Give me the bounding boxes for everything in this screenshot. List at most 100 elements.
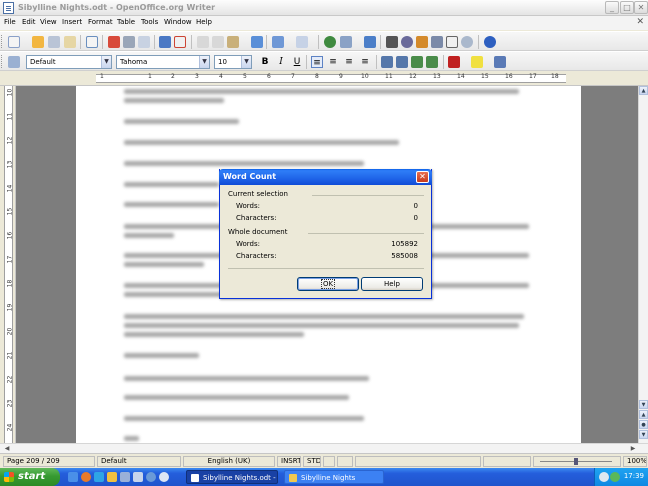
ok-button[interactable]: OK (297, 277, 359, 291)
clone-formatting-icon[interactable] (251, 36, 263, 48)
vertical-scrollbar[interactable]: ▲ ▼ ▲ ● ▼ (638, 86, 648, 443)
page-style[interactable]: Default (97, 456, 181, 467)
font-size-combo[interactable]: 10 ▼ (214, 55, 252, 69)
help-button[interactable]: Help (361, 277, 423, 291)
align-left-icon[interactable]: ≡ (311, 56, 323, 68)
paste-icon[interactable] (227, 36, 239, 48)
horizontal-scrollbar[interactable]: ◀ ▶ (0, 443, 648, 453)
selection-mode[interactable]: STD (303, 456, 321, 467)
app-icon[interactable] (159, 472, 169, 482)
menu-file[interactable]: File (4, 18, 16, 26)
app-icon[interactable] (133, 472, 143, 482)
zoom-slider[interactable] (533, 456, 621, 467)
hyperlink-icon[interactable] (324, 36, 336, 48)
menu-help[interactable]: Help (196, 18, 212, 26)
menu-edit[interactable]: Edit (22, 18, 36, 26)
decrease-indent-icon[interactable] (411, 56, 423, 68)
app-icon[interactable] (146, 472, 156, 482)
zoom-slider-handle[interactable] (574, 458, 578, 465)
navigation-icon[interactable]: ● (639, 420, 648, 429)
close-document-icon[interactable]: ✕ (636, 17, 644, 27)
scroll-right-icon[interactable]: ▶ (628, 444, 638, 453)
save-icon[interactable] (48, 36, 60, 48)
maximize-button[interactable]: □ (620, 1, 634, 14)
minimize-button[interactable]: _ (605, 1, 619, 14)
gallery-icon[interactable] (416, 36, 428, 48)
show-draw-functions-icon[interactable] (364, 36, 376, 48)
view-layout-icons[interactable] (483, 456, 531, 467)
toolbar-grip[interactable] (1, 35, 4, 48)
bold-button[interactable]: B (259, 56, 271, 68)
increase-indent-icon[interactable] (426, 56, 438, 68)
dialog-title-bar[interactable]: Word Count ✕ (219, 169, 432, 185)
help-icon[interactable] (484, 36, 496, 48)
firefox-icon[interactable] (81, 472, 91, 482)
menu-view[interactable]: View (40, 18, 57, 26)
edit-file-icon[interactable] (86, 36, 98, 48)
table-icon[interactable] (340, 36, 352, 48)
scroll-left-icon[interactable]: ◀ (2, 444, 12, 453)
bullets-icon[interactable] (396, 56, 408, 68)
previous-page-icon[interactable]: ▲ (639, 410, 648, 419)
scroll-down-icon[interactable]: ▼ (639, 400, 648, 409)
menu-table[interactable]: Table (117, 18, 135, 26)
tray-security-icon[interactable] (610, 472, 620, 482)
insert-mode[interactable]: INSRT (277, 456, 301, 467)
zoom-level[interactable]: 100% (623, 456, 647, 467)
menu-tools[interactable]: Tools (141, 18, 158, 26)
toolbar-grip[interactable] (1, 55, 4, 68)
taskbar-folder-button[interactable]: Sibylline Nights (284, 470, 384, 484)
clock[interactable]: 17:39 (624, 472, 644, 480)
scroll-up-icon[interactable]: ▲ (639, 86, 648, 95)
internet-explorer-icon[interactable] (94, 472, 104, 482)
nonprinting-characters-icon[interactable] (446, 36, 458, 48)
email-icon[interactable] (64, 36, 76, 48)
tray-network-icon[interactable] (599, 472, 609, 482)
vertical-ruler[interactable]: 10 11 12 13 14 15 16 17 18 19 20 21 22 2… (0, 86, 16, 443)
language[interactable]: English (UK) (183, 456, 275, 467)
taskbar-writer-button[interactable]: Sibylline Nights.odt - ... (186, 470, 278, 484)
next-page-icon[interactable]: ▼ (639, 430, 648, 439)
background-color-icon[interactable] (494, 56, 506, 68)
underline-button[interactable]: U (291, 56, 303, 68)
dialog-close-button[interactable]: ✕ (416, 171, 429, 183)
redo-icon[interactable] (296, 36, 308, 48)
page-indicator[interactable]: Page 209 / 209 (3, 456, 95, 467)
copy-icon[interactable] (212, 36, 224, 48)
navigator-icon[interactable] (401, 36, 413, 48)
show-desktop-icon[interactable] (68, 472, 78, 482)
undo-icon[interactable] (272, 36, 284, 48)
print-icon[interactable] (123, 36, 135, 48)
start-button[interactable]: start (0, 468, 60, 486)
italic-button[interactable]: I (275, 56, 287, 68)
styles-formatting-icon[interactable] (8, 56, 20, 68)
paragraph-style-combo[interactable]: Default ▼ (26, 55, 112, 69)
menu-window[interactable]: Window (164, 18, 192, 26)
data-sources-icon[interactable] (431, 36, 443, 48)
spellcheck-icon[interactable] (159, 36, 171, 48)
find-replace-icon[interactable] (386, 36, 398, 48)
chevron-down-icon[interactable]: ▼ (241, 56, 251, 68)
justify-icon[interactable]: ≡ (359, 56, 371, 68)
highlighting-icon[interactable] (471, 56, 483, 68)
menu-insert[interactable]: Insert (62, 18, 82, 26)
page-preview-icon[interactable] (138, 36, 150, 48)
autospellcheck-icon[interactable] (174, 36, 186, 48)
zoom-icon[interactable] (461, 36, 473, 48)
horizontal-ruler[interactable]: 1 1 2 3 4 5 6 7 8 9 10 11 12 13 14 15 16… (0, 71, 648, 86)
menu-format[interactable]: Format (88, 18, 113, 26)
align-right-icon[interactable]: ≡ (343, 56, 355, 68)
media-icon[interactable] (120, 472, 130, 482)
font-name-combo[interactable]: Tahoma ▼ (116, 55, 210, 69)
chevron-down-icon[interactable]: ▼ (101, 56, 111, 68)
cut-icon[interactable] (197, 36, 209, 48)
export-pdf-icon[interactable] (108, 36, 120, 48)
align-center-icon[interactable]: ≡ (327, 56, 339, 68)
open-icon[interactable] (32, 36, 44, 48)
chevron-down-icon[interactable]: ▼ (199, 56, 209, 68)
numbering-icon[interactable] (381, 56, 393, 68)
new-icon[interactable] (8, 36, 20, 48)
explorer-icon[interactable] (107, 472, 117, 482)
close-button[interactable]: ✕ (634, 1, 648, 14)
font-color-icon[interactable] (448, 56, 460, 68)
